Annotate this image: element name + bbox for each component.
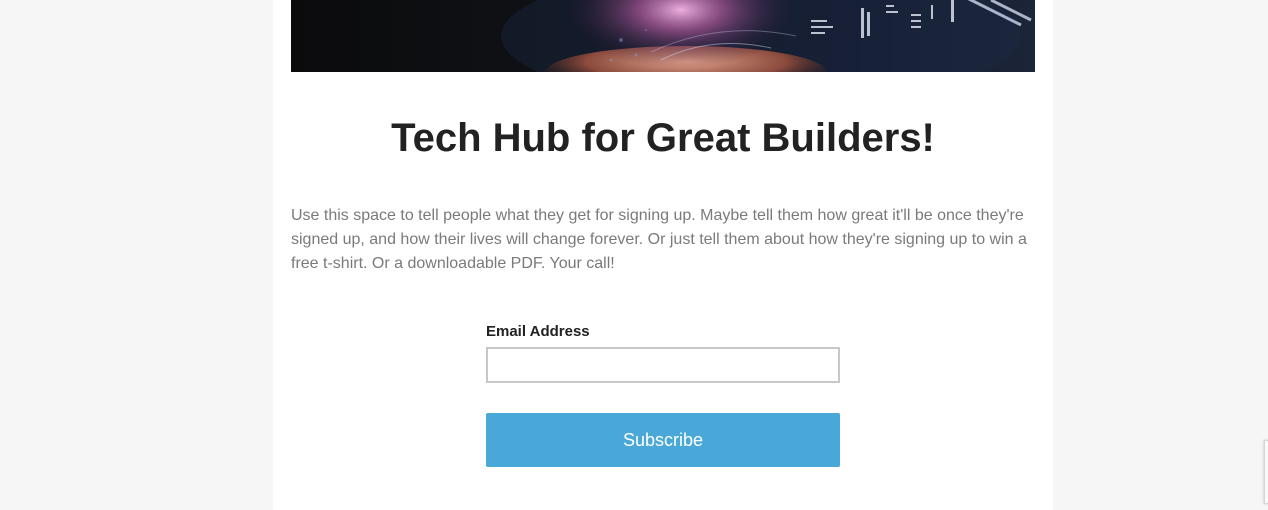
recaptcha-badge[interactable]	[1264, 440, 1268, 504]
intro-paragraph: Use this space to tell people what they …	[291, 207, 1027, 272]
email-label: Email Address	[486, 323, 590, 340]
signup-form: Email Address Subscribe	[486, 322, 840, 467]
page: Tech Hub for Great Builders! Use this sp…	[0, 0, 1268, 510]
subscribe-button[interactable]: Subscribe	[486, 413, 840, 467]
email-field[interactable]	[486, 347, 840, 383]
hero-artwork	[291, 0, 1035, 72]
signup-card: Tech Hub for Great Builders! Use this sp…	[273, 0, 1053, 510]
page-title: Tech Hub for Great Builders!	[391, 116, 935, 160]
hero-image	[291, 0, 1035, 72]
